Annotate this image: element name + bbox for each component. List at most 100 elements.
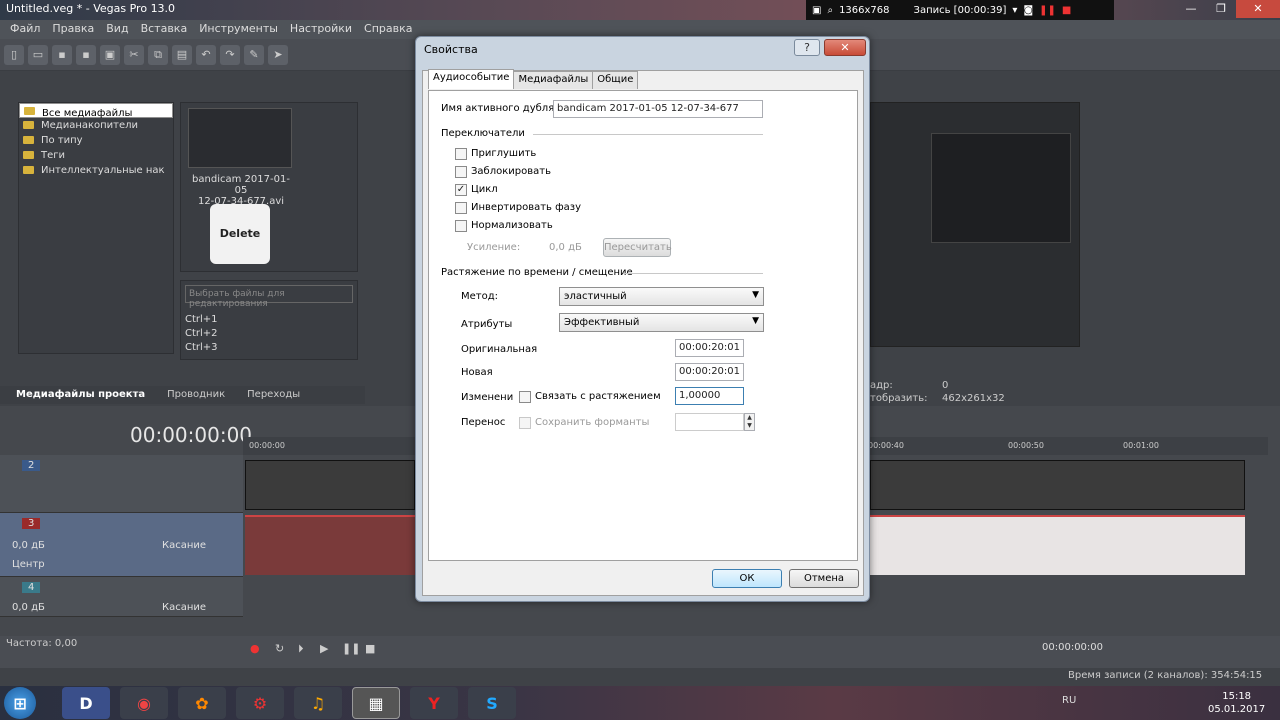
yandex-icon[interactable]: Y — [410, 687, 458, 719]
active-take-field[interactable]: bandicam 2017-01-05 12-07-34-677 — [553, 100, 763, 118]
dialog-close-button[interactable]: ✕ — [824, 39, 866, 56]
transfer-spinner[interactable]: ▲ ▼ — [744, 413, 755, 431]
menu-insert[interactable]: Вставка — [135, 20, 194, 39]
cancel-button[interactable]: Отмена — [789, 569, 859, 588]
preserve-formants-checkbox[interactable] — [519, 417, 531, 429]
screen-icon[interactable]: ▣ — [812, 5, 821, 16]
link-stretch-checkbox[interactable] — [519, 391, 531, 403]
attributes-select[interactable]: Эффективный ▼ — [559, 313, 764, 332]
vegas-icon[interactable]: ▦ — [352, 687, 400, 719]
recorder-bar: ▣ ⌕ 1366x768 Запись [00:00:39] ▾ ◙ ❚❚ ■ — [806, 0, 1114, 20]
tab-project-media[interactable]: Медиафайлы проекта — [16, 386, 145, 404]
open-icon[interactable]: ▭ — [28, 44, 48, 65]
lock-checkbox[interactable] — [455, 166, 467, 178]
menu-view[interactable]: Вид — [100, 20, 134, 39]
tree-item-storage[interactable]: Медианакопители — [19, 118, 173, 133]
pointer-icon[interactable]: ➤ — [268, 44, 288, 65]
mute-checkbox[interactable] — [455, 148, 467, 160]
save-as-icon[interactable]: ▪ — [76, 44, 96, 65]
tab-explorer[interactable]: Проводник — [167, 386, 225, 404]
preview-frame-value: 0 — [942, 380, 949, 391]
track-header-audio-4[interactable]: 4 0,0 дБ Касание — [0, 577, 243, 617]
loop-checkbox[interactable]: ✓ — [455, 184, 467, 196]
fl-studio-icon[interactable]: ♫ — [294, 687, 342, 719]
recorder-resolution: 1366x768 — [839, 4, 890, 16]
tree-item-smart[interactable]: Интеллектуальные нак — [19, 163, 173, 178]
video-clip[interactable] — [245, 460, 415, 510]
dplayer-icon[interactable]: D — [62, 687, 110, 719]
loop-icon[interactable]: ↻ — [275, 642, 284, 655]
tree-item-tags[interactable]: Теги — [19, 148, 173, 163]
tab-transitions[interactable]: Переходы — [247, 386, 300, 404]
tab-media[interactable]: Медиафайлы — [513, 71, 594, 89]
ok-button[interactable]: ОК — [712, 569, 782, 588]
tree-item-all-media[interactable]: Все медиафайлы — [19, 103, 173, 119]
close-button[interactable]: ✕ — [1236, 0, 1280, 18]
menu-help[interactable]: Справка — [358, 20, 418, 39]
chevron-down-icon[interactable]: ▾ — [1012, 5, 1017, 16]
media-thumbnail[interactable] — [188, 108, 292, 168]
copy-icon[interactable]: ⧉ — [148, 44, 168, 65]
skype-icon[interactable]: S — [468, 687, 516, 719]
stop-icon[interactable]: ■ — [1062, 5, 1071, 16]
tab-audio-event[interactable]: Аудиособытие — [428, 69, 515, 89]
menu-tools[interactable]: Инструменты — [193, 20, 284, 39]
track-header-audio-3[interactable]: 3 0,0 дБ Центр Касание — [0, 513, 243, 577]
tree-item-by-type[interactable]: По типу — [19, 133, 173, 148]
new-icon[interactable]: ▯ — [4, 44, 24, 65]
menu-file[interactable]: Файл — [4, 20, 46, 39]
media-search-input[interactable]: Выбрать файлы для редактирования — [185, 285, 353, 309]
play-icon[interactable]: ▶ — [320, 642, 328, 655]
redo-icon[interactable]: ↷ — [220, 44, 240, 65]
undo-icon[interactable]: ↶ — [196, 44, 216, 65]
render-icon[interactable]: ▣ — [100, 44, 120, 65]
tab-general[interactable]: Общие — [592, 71, 639, 89]
chevron-down-icon: ▼ — [752, 290, 759, 300]
transfer-field[interactable] — [675, 413, 744, 431]
timeline-timecode: 00:00:00:00 — [130, 423, 253, 447]
track-header-video[interactable]: 2 — [0, 455, 243, 513]
original-length-field[interactable]: 00:00:20:01 — [675, 339, 744, 357]
new-length-field[interactable]: 00:00:20:01 — [675, 363, 744, 381]
video-clip[interactable] — [870, 460, 1245, 510]
pause-icon[interactable]: ❚❚ — [342, 642, 360, 655]
recalculate-button[interactable]: Пересчитать — [603, 238, 672, 257]
clock[interactable]: 15:18 05.01.2017 — [1208, 690, 1265, 716]
change-label: Изменени — [461, 392, 514, 403]
settings-icon[interactable]: ✎ — [244, 44, 264, 65]
normalize-label: Нормализовать — [471, 220, 553, 231]
menu-edit[interactable]: Правка — [46, 20, 100, 39]
paint-icon[interactable]: ✿ — [178, 687, 226, 719]
active-take-label: Имя активного дубля: — [441, 103, 558, 114]
audio-clip[interactable] — [870, 515, 1245, 575]
preview-inner-frame — [931, 133, 1071, 243]
record-icon[interactable]: ● — [250, 642, 260, 655]
normalize-checkbox[interactable] — [455, 220, 467, 232]
change-value-field[interactable]: 1,00000 — [675, 387, 744, 405]
new-label: Новая — [461, 367, 493, 378]
help-button[interactable]: ? — [794, 39, 820, 56]
magnify-icon[interactable]: ⌕ — [827, 5, 833, 16]
method-select[interactable]: эластичный ▼ — [559, 287, 764, 306]
chrome-icon[interactable]: ◉ — [120, 687, 168, 719]
cut-icon[interactable]: ✂ — [124, 44, 144, 65]
app-title: Untitled.veg * - Vegas Pro 13.0 — [6, 2, 176, 15]
chevron-down-icon: ▼ — [752, 316, 759, 326]
paste-icon[interactable]: ▤ — [172, 44, 192, 65]
delete-button[interactable]: Delete — [210, 204, 270, 264]
audio-clip[interactable] — [245, 515, 415, 575]
play-from-start-icon[interactable]: ⏵ — [298, 642, 304, 656]
pause-icon[interactable]: ❚❚ — [1039, 5, 1056, 16]
language-indicator[interactable]: RU — [1062, 695, 1076, 706]
save-icon[interactable]: ▪ — [52, 44, 72, 65]
start-icon[interactable]: ⊞ — [4, 687, 36, 719]
rate-label: Частота: 0,00 — [6, 638, 78, 649]
maximize-button[interactable]: ❐ — [1206, 0, 1236, 18]
stop-icon[interactable]: ■ — [365, 642, 375, 655]
invert-phase-checkbox[interactable] — [455, 202, 467, 214]
camera-icon[interactable]: ◙ — [1023, 5, 1033, 16]
menu-settings[interactable]: Настройки — [284, 20, 358, 39]
minimize-button[interactable]: — — [1176, 0, 1206, 18]
window-controls: — ❐ ✕ — [1176, 0, 1280, 20]
bandicam-icon[interactable]: ⚙ — [236, 687, 284, 719]
